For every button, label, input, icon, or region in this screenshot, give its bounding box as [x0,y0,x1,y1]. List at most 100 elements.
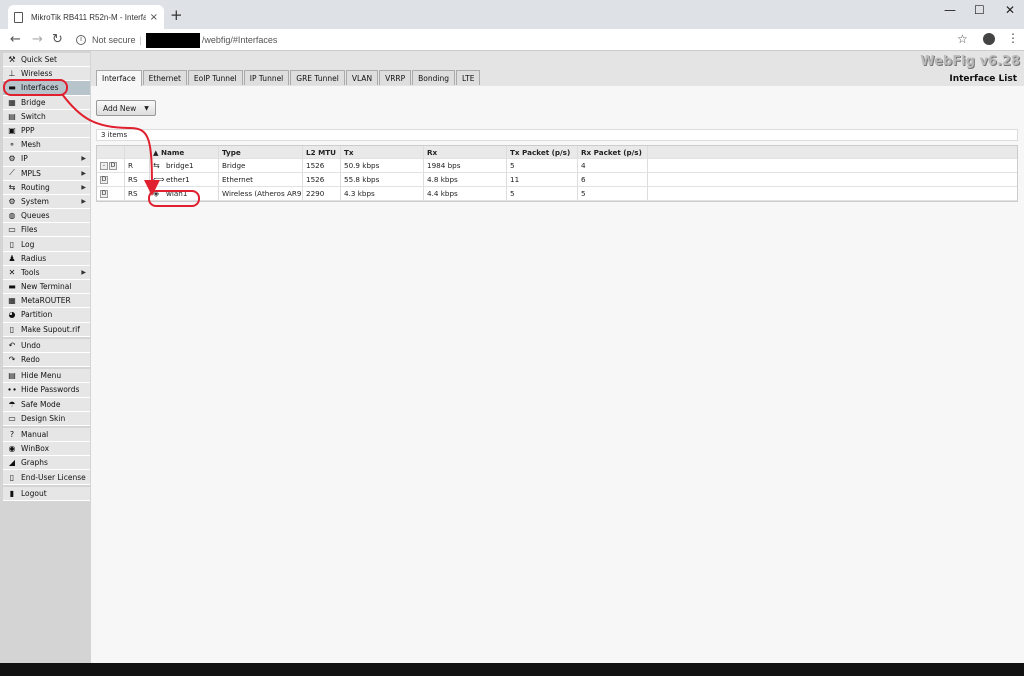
row-actions: D [97,187,125,200]
browser-menu-icon[interactable]: ⋮ [1007,31,1019,45]
graphs-icon: ◢ [8,458,16,468]
bookmark-star-icon[interactable]: ☆ [957,32,968,46]
sidebar-item-make-supout-rif[interactable]: ▯ Make Supout.rif [3,322,90,337]
taskbar-strip [0,663,1024,676]
tab-vlan[interactable]: VLAN [345,70,379,85]
column-header[interactable]: Rx Packet (p/s) [578,146,648,158]
sidebar-item-design-skin[interactable]: ▭ Design Skin [3,411,90,426]
detail-button[interactable]: D [109,161,117,170]
sidebar-item-ppp[interactable]: ▣ PPP [3,123,90,139]
account-icon[interactable] [983,33,995,45]
sidebar-item-mpls[interactable]: ⟋ MPLS ▶ [3,166,90,181]
url-field[interactable]: i Not secure | /webfig/#Interfaces [76,32,976,48]
tab-title: MikroTik RB411 R52n-M - Interfa [31,12,146,22]
tab-ethernet[interactable]: Ethernet [142,70,187,85]
submenu-arrow-icon: ▶ [81,169,86,177]
sidebar-item-hide-menu[interactable]: ▤ Hide Menu [3,369,90,384]
sidebar-item-queues[interactable]: ◍ Queues [3,209,90,224]
sidebar-item-partition[interactable]: ◕ Partition [3,308,90,323]
sidebar-item-tools[interactable]: ✕ Tools ▶ [3,265,90,280]
tab-bonding[interactable]: Bonding [412,70,455,85]
sidebar-item-metarouter[interactable]: ▦ MetaROUTER [3,294,90,309]
column-header[interactable]: L2 MTU [303,146,341,158]
sidebar-item-ip[interactable]: ⚙ IP ▶ [3,152,90,167]
close-window-button[interactable]: ✕ [1005,3,1015,17]
minimize-button[interactable]: — [944,3,956,17]
table-row[interactable]: - D R ⇆ bridge1 Bridge 1526 50.9 kbps 1984 bps 5 4 [97,159,1017,173]
sidebar-item-winbox[interactable]: ◉ WinBox [3,442,90,457]
sidebar-item-new-terminal[interactable]: ▬ New Terminal [3,280,90,295]
interface-name[interactable]: wlan1 [166,189,187,198]
add-new-button[interactable]: Add New ▼ [96,100,156,116]
sidebar-item-label: Radius [21,253,47,263]
sidebar-item-log[interactable]: ▯ Log [3,237,90,252]
sidebar-item-safe-mode[interactable]: ☂ Safe Mode [3,397,90,412]
name-cell[interactable]: ◈ wlan1 [150,187,219,200]
column-header[interactable]: Type [219,146,303,158]
column-header[interactable]: Rx [424,146,507,158]
sidebar-item-files[interactable]: ▭ Files [3,223,90,238]
manual-icon: ? [9,429,15,439]
rx-packet-cell: 6 [578,173,648,186]
sidebar-item-label: Routing [21,182,50,192]
tab-close-icon[interactable]: × [150,12,158,23]
sidebar-item-undo[interactable]: ↶ Undo [3,338,90,353]
type-cell: Ethernet [219,173,303,186]
column-header[interactable]: Tx [341,146,424,158]
disable-button[interactable]: - [100,161,108,170]
column-header[interactable]: ▲ Name [150,146,219,158]
sidebar-item-label: Design Skin [21,413,66,423]
sidebar-item-routing[interactable]: ⇆ Routing ▶ [3,180,90,195]
sidebar-item-mesh[interactable]: ⚬ Mesh [3,138,90,153]
sidebar-item-quick-set[interactable]: ⚒ Quick Set [3,53,90,68]
browser-tab[interactable]: MikroTik RB411 R52n-M - Interfa × [8,5,164,29]
sidebar-item-system[interactable]: ⚙ System ▶ [3,194,90,210]
column-header[interactable]: Tx Packet (p/s) [507,146,578,158]
tab-vrrp[interactable]: VRRP [379,70,412,85]
tx-cell: 4.3 kbps [341,187,424,200]
rx-cell: 4.4 kbps [424,187,507,200]
sidebar-item-radius[interactable]: ♟ Radius [3,251,90,266]
name-cell[interactable]: ⇆ bridge1 [150,159,219,172]
tx-packet-cell: 5 [507,187,578,200]
tab-lte[interactable]: LTE [456,70,481,85]
redo-icon: ↷ [8,355,16,365]
sidebar-item-label: Hide Menu [21,371,62,381]
reload-button[interactable]: ↻ [52,32,63,47]
new-tab-button[interactable]: + [170,6,183,24]
sidebar-item-hide-passwords[interactable]: ∙∙ Hide Passwords [3,383,90,398]
name-cell[interactable]: ⟺ ether1 [150,173,219,186]
tx-cell: 50.9 kbps [341,159,424,172]
l2mtu-cell: 2290 [303,187,341,200]
sidebar-item-redo[interactable]: ↷ Redo [3,352,90,368]
back-button[interactable]: ← [10,32,21,47]
webfig-page: ⚒ Quick Set ⊥ Wireless ▬ Interfaces ▦ Bridge ▤ Sw… [0,51,1024,663]
sidebar-item-wireless[interactable]: ⊥ Wireless [3,67,90,82]
interface-name[interactable]: ether1 [166,175,190,184]
sidebar-menu: ⚒ Quick Set ⊥ Wireless ▬ Interfaces ▦ Bridge ▤ Sw… [3,53,90,501]
detail-button[interactable]: D [100,189,108,198]
forward-button[interactable]: → [32,32,43,47]
sidebar-item-label: PPP [21,126,35,136]
sidebar-item-graphs[interactable]: ◢ Graphs [3,456,90,471]
sidebar-item-label: Queues [21,211,50,221]
info-icon[interactable]: i [76,35,86,45]
tab-ip-tunnel[interactable]: IP Tunnel [243,70,290,85]
sidebar-item-interfaces[interactable]: ▬ Interfaces [3,81,90,96]
interface-name[interactable]: bridge1 [166,161,194,170]
sidebar-item-bridge[interactable]: ▦ Bridge [3,95,90,110]
table-row[interactable]: D RS ⟺ ether1 Ethernet 1526 55.8 kbps 4.8 kbps 1… [97,173,1017,187]
sidebar-item-switch[interactable]: ▤ Switch [3,109,90,124]
sidebar-item-end-user-license[interactable]: ▯ End-User License [3,470,90,485]
tab-gre-tunnel[interactable]: GRE Tunnel [290,70,345,85]
maximize-button[interactable]: ☐ [974,3,985,17]
make-supout-rif-icon: ▯ [9,324,15,334]
sidebar-item-logout[interactable]: ▮ Logout [3,486,90,501]
table-row[interactable]: D RS ◈ wlan1 Wireless (Atheros AR9 2290 4.3 kb… [97,187,1017,201]
ip-icon: ⚙ [8,154,16,164]
detail-button[interactable]: D [100,175,108,184]
sidebar-item-manual[interactable]: ? Manual [3,427,90,443]
submenu-arrow-icon: ▶ [81,268,86,276]
tab-interface[interactable]: Interface [96,70,142,86]
tab-eoip-tunnel[interactable]: EoIP Tunnel [187,70,243,85]
